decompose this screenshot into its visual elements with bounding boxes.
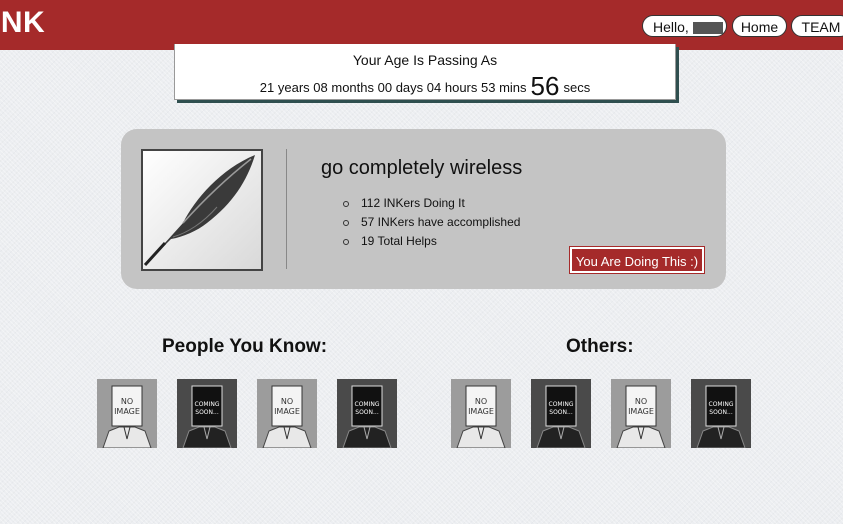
- doing-this-button[interactable]: You Are Doing This :): [569, 246, 705, 274]
- age-title: Your Age Is Passing As: [352, 52, 498, 68]
- svg-text:SOON...: SOON...: [549, 409, 573, 416]
- age-days: 00 days: [377, 80, 424, 95]
- svg-text:NO: NO: [281, 397, 293, 406]
- no-image-placeholder-icon: NOIMAGE: [257, 379, 317, 448]
- svg-text:SOON...: SOON...: [709, 409, 733, 416]
- age-secs-label: secs: [563, 80, 591, 95]
- stat-doing-it: 112 INKers Doing It: [343, 194, 520, 213]
- svg-text:COMING: COMING: [709, 401, 734, 408]
- card-divider: [286, 149, 287, 269]
- logo[interactable]: INK: [0, 6, 45, 40]
- coming-soon-placeholder-icon: COMINGSOON...: [531, 379, 591, 448]
- people-avatar[interactable]: NO IMAGE: [257, 379, 317, 448]
- people-avatar[interactable]: COMING SOON...: [337, 379, 397, 448]
- svg-text:COMING: COMING: [549, 401, 574, 408]
- coming-soon-placeholder-icon: COMINGSOON...: [177, 379, 237, 448]
- coming-soon-placeholder-icon: COMINGSOON...: [337, 379, 397, 448]
- coming-soon-placeholder-icon: COMINGSOON...: [691, 379, 751, 448]
- no-image-placeholder-icon: NOIMAGE: [451, 379, 511, 448]
- no-image-placeholder-icon: NOIMAGE: [97, 379, 157, 448]
- svg-text:COMING: COMING: [355, 401, 380, 408]
- age-counter-panel: Your Age Is Passing As 21 years 08 month…: [174, 44, 676, 102]
- stat-total-helps: 19 Total Helps: [343, 232, 520, 251]
- people-you-know-heading: People You Know:: [162, 336, 328, 357]
- people-avatar[interactable]: NO IMAGE: [97, 379, 157, 448]
- svg-text:NO: NO: [121, 397, 133, 406]
- age-counter: 21 years 08 months 00 days 04 hours 53 m…: [175, 71, 675, 102]
- svg-text:IMAGE: IMAGE: [274, 407, 300, 416]
- stat-accomplished: 57 INKers have accomplished: [343, 213, 520, 232]
- svg-text:IMAGE: IMAGE: [468, 407, 494, 416]
- age-mins: 53 mins: [481, 80, 527, 95]
- others-avatar[interactable]: COMING SOON...: [531, 379, 591, 448]
- hello-label: Hello,: [653, 19, 689, 35]
- people-avatar[interactable]: COMING SOON...: [177, 379, 237, 448]
- others-avatar[interactable]: COMING SOON...: [691, 379, 751, 448]
- svg-text:SOON...: SOON...: [195, 409, 219, 416]
- age-hours: 04 hours: [426, 80, 478, 95]
- nav-team-button[interactable]: TEAM: [791, 15, 843, 37]
- top-bar: INK Hello, Home TEAM: [0, 0, 843, 50]
- svg-text:COMING: COMING: [195, 401, 220, 408]
- no-image-placeholder-icon: NOIMAGE: [611, 379, 671, 448]
- age-months: 08 months: [313, 80, 374, 95]
- goal-title: go completely wireless: [321, 157, 523, 179]
- age-years: 21 years: [259, 80, 310, 95]
- others-heading: Others:: [566, 336, 634, 357]
- svg-text:IMAGE: IMAGE: [114, 407, 140, 416]
- svg-text:SOON...: SOON...: [355, 409, 379, 416]
- goal-stats-list: 112 INKers Doing It 57 INKers have accom…: [343, 194, 520, 251]
- others-avatar[interactable]: NO IMAGE: [611, 379, 671, 448]
- quill-feather-icon: [141, 149, 263, 271]
- svg-text:IMAGE: IMAGE: [628, 407, 654, 416]
- redacted-username: [692, 22, 723, 35]
- user-greeting-button[interactable]: Hello,: [642, 15, 727, 37]
- others-avatar[interactable]: NO IMAGE: [451, 379, 511, 448]
- goal-card: go completely wireless 112 INKers Doing …: [121, 129, 726, 289]
- nav-home-button[interactable]: Home: [732, 15, 787, 37]
- svg-text:NO: NO: [635, 397, 647, 406]
- svg-text:NO: NO: [475, 397, 487, 406]
- age-seconds: 56: [530, 71, 560, 101]
